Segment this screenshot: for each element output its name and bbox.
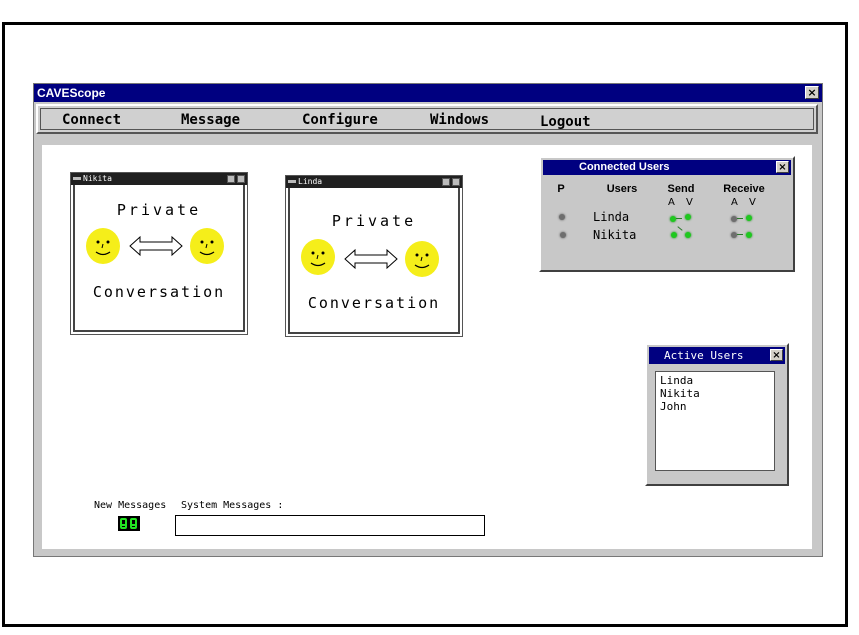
connected-users-panel: Connected Users × P Users Send Receive A… [539,156,795,272]
send-video-indicator[interactable] [685,232,691,238]
receive-av-label: A V [731,197,760,208]
workspace: Nikita Private Conversation Linda Privat… [42,145,812,549]
smiley-face-icon [86,228,120,264]
active-users-titlebar: Active Users × [649,347,785,364]
maximize-icon[interactable] [237,175,245,183]
column-header-p: P [557,183,565,195]
receive-audio-indicator[interactable] [731,232,737,238]
conversation-window-nikita[interactable]: Nikita Private Conversation [70,172,248,335]
menu-message[interactable]: Message [181,112,240,128]
minimize-icon[interactable] [442,178,450,186]
conversation-label: Conversation [307,294,441,312]
list-item[interactable]: John [660,400,770,413]
active-users-title: Active Users [664,349,744,362]
menu-configure[interactable]: Configure [302,112,378,128]
system-menu-icon[interactable] [73,177,81,180]
menu-windows[interactable]: Windows [430,112,489,128]
cavescope-window: CAVEScope × Connect Message Configure Wi… [33,83,823,557]
conversation-titlebar[interactable]: Linda [286,176,462,188]
connected-user-nikita[interactable]: Nikita [593,228,636,242]
smiley-face-icon [301,239,335,275]
privacy-indicator[interactable] [560,232,566,238]
system-menu-icon[interactable] [288,180,296,183]
menu-connect[interactable]: Connect [62,112,121,128]
new-messages-label: New Messages [94,500,167,511]
window-title: CAVEScope [37,86,106,100]
list-item[interactable]: Linda [660,374,770,387]
private-label: Private [116,201,202,219]
conversation-label: Conversation [92,283,226,301]
menu-logout[interactable]: Logout [540,114,591,130]
system-messages-label: System Messages : [181,500,284,511]
conversation-title: Nikita [83,174,112,183]
receive-video-indicator[interactable] [746,232,752,238]
column-header-receive: Receive [723,183,765,195]
active-users-panel: Active Users × Linda Nikita John [645,343,789,486]
system-messages-field[interactable] [175,515,485,536]
double-arrow-icon [344,248,398,270]
conversation-title: Linda [298,177,323,186]
maximize-icon[interactable] [452,178,460,186]
privacy-indicator[interactable] [559,214,565,220]
column-header-send: Send [667,183,695,195]
send-audio-indicator[interactable] [670,216,676,222]
active-users-list[interactable]: Linda Nikita John [655,371,775,471]
conversation-titlebar[interactable]: Nikita [71,173,247,185]
send-video-indicator[interactable] [685,214,691,220]
window-close-icon[interactable]: × [805,86,819,99]
new-messages-counter [118,516,140,531]
close-icon[interactable]: × [770,349,783,361]
receive-audio-indicator[interactable] [731,216,737,222]
minimize-icon[interactable] [227,175,235,183]
list-item[interactable]: Nikita [660,387,770,400]
conversation-window-linda[interactable]: Linda Private Conversation [285,175,463,337]
send-audio-indicator[interactable] [671,232,677,238]
receive-video-indicator[interactable] [746,215,752,221]
close-icon[interactable]: × [776,161,789,173]
smiley-face-icon [190,228,224,264]
connected-users-titlebar: Connected Users × [543,160,791,175]
smiley-face-icon [405,241,439,277]
connected-user-linda[interactable]: Linda [593,210,629,224]
menu-bar: Connect Message Configure Windows Logout [36,104,818,134]
connected-users-title: Connected Users [579,161,670,173]
private-label: Private [331,212,417,230]
window-titlebar: CAVEScope × [34,84,822,102]
send-av-label: A V [668,197,697,208]
double-arrow-icon [129,235,183,257]
column-header-users: Users [606,183,638,195]
